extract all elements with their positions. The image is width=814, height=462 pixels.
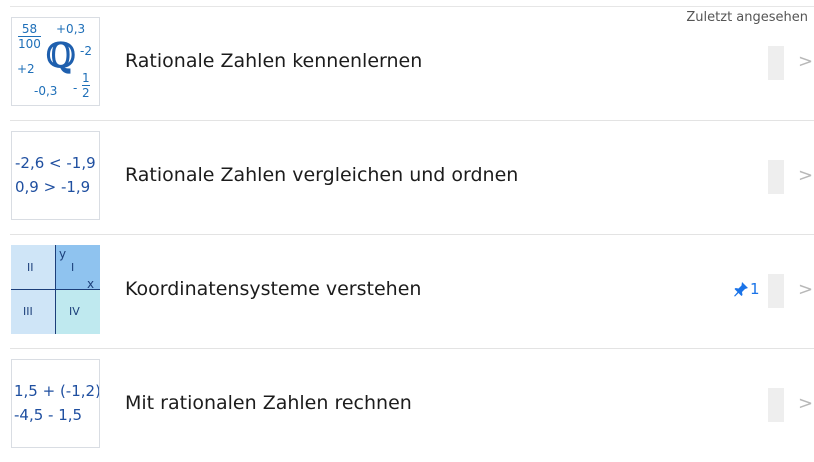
thumb-text-calc-line2: -4,5 - 1,5 [14,406,83,424]
thumbnail-calculate: 1,5 + (-1,2) -4,5 - 1,5 [11,359,100,448]
list-item-title: Mit rationalen Zahlen rechnen [125,392,412,414]
quadrant-label-iii: III [23,305,33,318]
chevron-right-icon[interactable]: > [798,51,813,72]
axis-label-x: x [87,277,95,291]
list-item-rationale-zahlen-vergleichen[interactable]: -2,6 < -1,9 0,9 > -1,9 Rationale Zahlen … [10,121,814,235]
chevron-right-icon[interactable]: > [798,393,813,414]
pin-badge[interactable]: 1 [733,280,760,298]
quadrant-label-ii: II [27,261,34,274]
axis-label-y: y [59,247,67,261]
thumb-text-compare-line2: 0,9 > -1,9 [15,178,91,196]
pin-count: 1 [750,280,760,298]
list-item-rationale-zahlen-kennenlernen[interactable]: 58 100 +0,3 ℚ -2 +2 -0,3 - 1 2 Rationale… [10,7,814,121]
thumb-text-minus2: -2 [80,44,92,58]
y-axis [55,245,56,334]
thumb-text-minus-sign: - [73,81,78,95]
pin-icon [734,282,748,297]
chevron-hit-area[interactable] [768,388,784,422]
chevron-hit-area[interactable] [768,160,784,194]
quadrant-label-i: I [71,261,75,274]
thumb-fraction-58-100: 58 100 [18,22,41,51]
chevron-hit-area[interactable] [768,274,784,308]
chevron-right-icon[interactable]: > [798,279,813,300]
list-item-koordinatensysteme[interactable]: II I III IV x y Koordinatensysteme verst… [10,235,814,349]
thumbnail-coordinate-system: II I III IV x y [11,245,100,334]
thumb-text-calc-line1: 1,5 + (-1,2) [14,382,100,400]
topic-list: 58 100 +0,3 ℚ -2 +2 -0,3 - 1 2 Rationale… [0,7,814,462]
list-item-title: Koordinatensysteme verstehen [125,278,422,300]
chevron-hit-area[interactable] [768,46,784,80]
list-item-title: Rationale Zahlen kennenlernen [125,50,423,72]
thumb-text-compare-line1: -2,6 < -1,9 [15,154,96,172]
quadrant-iii-area [11,289,55,334]
list-item-mit-rationalen-zahlen-rechnen[interactable]: 1,5 + (-1,2) -4,5 - 1,5 Mit rationalen Z… [10,349,814,462]
thumbnail-rational-numbers: 58 100 +0,3 ℚ -2 +2 -0,3 - 1 2 [11,17,100,106]
quadrant-label-iv: IV [69,305,80,318]
thumb-text-plus03: +0,3 [56,22,86,36]
rational-q-symbol: ℚ [46,36,76,76]
thumb-text-minus03: -0,3 [34,84,58,98]
thumb-fraction-1-2: 1 2 [82,71,90,100]
chevron-right-icon[interactable]: > [798,165,813,186]
thumb-text-plus2: +2 [17,62,35,76]
list-item-title: Rationale Zahlen vergleichen und ordnen [125,164,519,186]
thumbnail-compare-numbers: -2,6 < -1,9 0,9 > -1,9 [11,131,100,220]
